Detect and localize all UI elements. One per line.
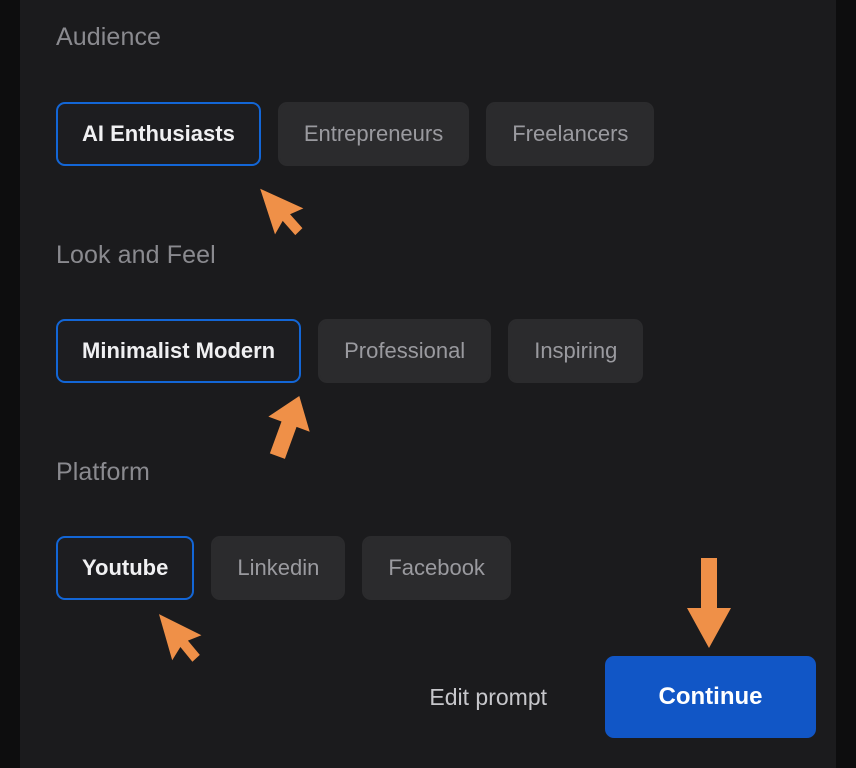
audience-option-row: AI Enthusiasts Entrepreneurs Freelancers [56, 102, 655, 166]
section-title: Platform [56, 458, 150, 486]
chip-label: Inspiring [534, 338, 618, 363]
edit-prompt-button[interactable]: Edit prompt [429, 684, 547, 711]
action-row: Edit prompt Continue [56, 656, 816, 738]
section-look-and-feel-title: Look and Feel [56, 240, 216, 270]
section-title: Look and Feel [56, 241, 216, 269]
section-audience-title: Audience [56, 22, 161, 52]
chip-label: Professional [344, 338, 466, 363]
chip-entrepreneurs[interactable]: Entrepreneurs [277, 102, 470, 166]
chip-label: AI Enthusiasts [82, 121, 235, 146]
section-platform-title: Platform [56, 457, 150, 487]
look-and-feel-option-row: Minimalist Modern Professional Inspiring [56, 319, 644, 383]
chip-label: Entrepreneurs [303, 121, 444, 146]
chip-freelancers[interactable]: Freelancers [486, 102, 655, 166]
chip-linkedin[interactable]: Linkedin [211, 536, 346, 600]
chip-facebook[interactable]: Facebook [362, 536, 511, 600]
chip-label: Facebook [388, 555, 485, 580]
chip-label: Minimalist Modern [82, 338, 276, 363]
selection-panel: Audience AI Enthusiasts Entrepreneurs Fr… [20, 0, 836, 768]
chip-minimalist-modern[interactable]: Minimalist Modern [56, 319, 302, 383]
chip-professional[interactable]: Professional [318, 319, 492, 383]
chip-label: Linkedin [237, 555, 320, 580]
section-title: Audience [56, 23, 162, 51]
chip-ai-enthusiasts[interactable]: AI Enthusiasts [56, 102, 261, 166]
chip-label: Youtube [82, 555, 169, 580]
chip-inspiring[interactable]: Inspiring [508, 319, 644, 383]
screen: Audience AI Enthusiasts Entrepreneurs Fr… [0, 0, 856, 768]
continue-button[interactable]: Continue [605, 656, 816, 738]
chip-label: Freelancers [512, 121, 629, 146]
platform-option-row: Youtube Linkedin Facebook [56, 536, 511, 600]
chip-youtube[interactable]: Youtube [56, 536, 195, 600]
